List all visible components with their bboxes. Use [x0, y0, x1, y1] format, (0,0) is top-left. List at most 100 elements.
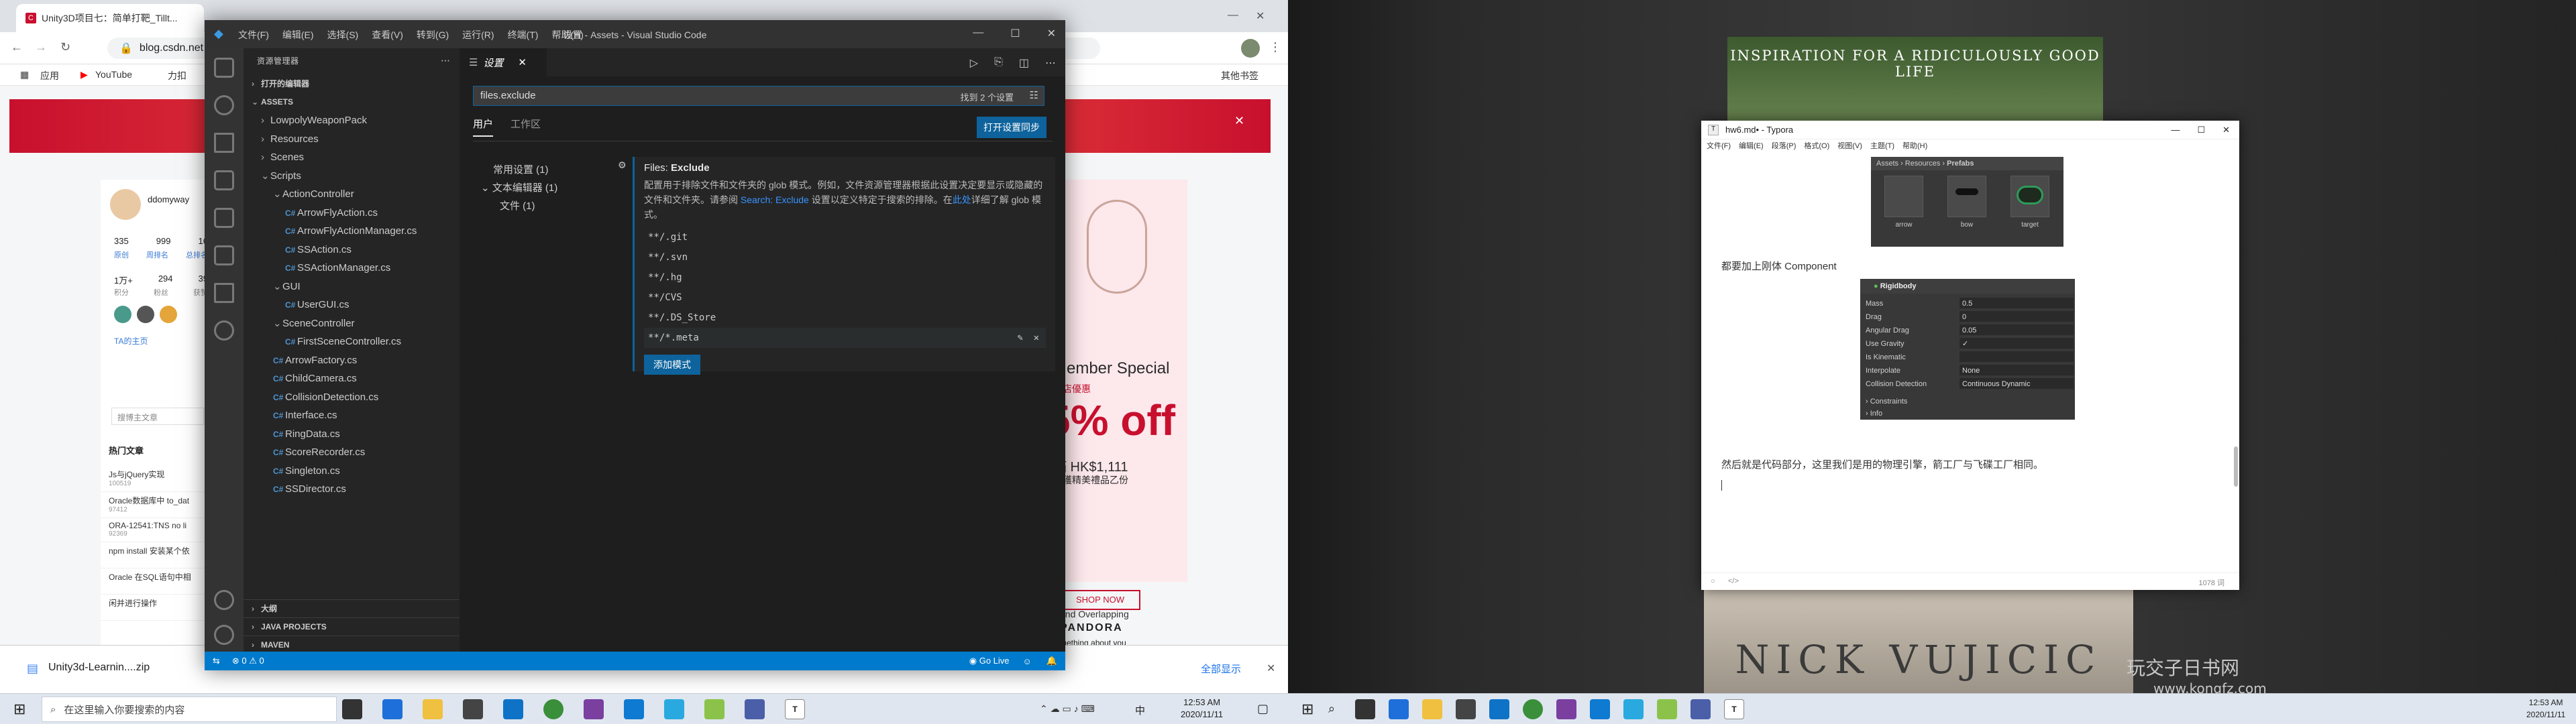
typora-icon[interactable] [1690, 699, 1711, 719]
explorer-icon[interactable] [214, 58, 234, 78]
file-item[interactable]: C# RingData.cs [244, 425, 460, 443]
outline-toggle-icon[interactable]: ○ [1711, 577, 1715, 585]
tray-icons[interactable]: ⌃ ☁ ▭ ♪ ⌨ [1040, 703, 1095, 715]
menu-item[interactable]: 编辑(E) [1739, 139, 1764, 153]
remove-icon[interactable]: ✕ [1034, 328, 1039, 348]
file-item[interactable]: C# SSAction.cs [244, 241, 460, 259]
toc-files[interactable]: 文件 (1) [480, 197, 614, 215]
media-icon[interactable] [704, 699, 724, 719]
file-explorer-icon[interactable] [423, 699, 443, 719]
menu-item[interactable]: 帮助(H) [1902, 139, 1927, 153]
chrome-icon[interactable] [543, 699, 564, 719]
exclude-pattern-item[interactable]: **/*.meta ✎ ✕ [644, 328, 1046, 348]
taskbar-clock[interactable]: 12:53 AM 2020/11/11 [2526, 697, 2565, 721]
tab-settings[interactable]: ☰ 设置 ✕ [460, 48, 547, 76]
pandora-ad[interactable]: Member Special 全店優惠 5% off 滿 HK$1,111 可獲… [1046, 180, 1187, 648]
media-icon[interactable] [1657, 699, 1677, 719]
testing-icon[interactable] [214, 283, 234, 303]
folder-item[interactable]: ⌄SceneController [244, 314, 460, 333]
file-item[interactable]: C# ArrowFlyActionManager.cs [244, 222, 460, 240]
exclude-pattern-item[interactable]: **/.svn [644, 247, 1046, 267]
avatar[interactable] [1241, 39, 1260, 58]
menu-item[interactable]: 主题(T) [1870, 139, 1894, 153]
windows-start-icon[interactable]: ⊞ [1301, 701, 1313, 718]
list-item[interactable]: 闲并进行操作 [101, 595, 215, 621]
bookmark-apps[interactable]: 应用 [40, 69, 59, 82]
list-item[interactable]: ORA-12541:TNS no li 92369 [101, 518, 215, 542]
taskbar-search-input[interactable]: ⌕ 在这里输入你要搜索的内容 [42, 697, 337, 722]
bookmark-other[interactable]: 其他书签 [1221, 69, 1258, 82]
gear-icon[interactable] [214, 625, 234, 645]
tab-user[interactable]: 用户 [473, 117, 494, 137]
windows-start-icon[interactable]: ⊞ [13, 701, 25, 718]
menu-item[interactable]: 段落(P) [1772, 139, 1796, 153]
maximize-icon[interactable]: ☐ [1010, 27, 1020, 40]
folder-item[interactable]: › Scenes [244, 148, 460, 166]
source-mode-icon[interactable]: </> [1728, 577, 1739, 585]
file-item[interactable]: C# SSDirector.cs [244, 480, 460, 498]
open-json-icon[interactable]: ⎘ [994, 56, 1003, 70]
show-all-downloads-link[interactable]: 全部显示 [1201, 662, 1241, 676]
app-icon[interactable] [1623, 699, 1644, 719]
file-item[interactable]: C# ArrowFactory.cs [244, 351, 460, 369]
list-item[interactable]: Js与jQuery实现 100519 [101, 466, 215, 492]
sidebar-section[interactable]: › JAVA PROJECTS [244, 617, 460, 636]
sidebar-section[interactable]: › MAVEN [244, 636, 460, 654]
split-editor-icon[interactable]: ◫ [1019, 56, 1029, 70]
notifications-icon[interactable]: 🔔 [1038, 656, 1065, 666]
author-home-link[interactable]: TA的主页 [114, 335, 148, 347]
menu-item[interactable]: 视图(V) [1837, 139, 1862, 153]
exclude-pattern-item[interactable]: **/.DS_Store [644, 308, 1046, 328]
account-icon[interactable] [214, 590, 234, 610]
close-icon[interactable]: ✕ [1256, 9, 1265, 23]
exclude-pattern-item[interactable]: **/.git [644, 227, 1046, 247]
edge-icon[interactable] [1389, 699, 1409, 719]
notification-center-icon[interactable]: ▢ [1257, 702, 1269, 716]
text-app-icon[interactable]: T [785, 699, 805, 719]
vscode-icon[interactable] [624, 699, 644, 719]
remote-icon[interactable]: ⇆ [205, 656, 228, 666]
back-icon[interactable]: ← [11, 40, 23, 54]
toc-common[interactable]: 常用设置 (1) [480, 161, 614, 179]
blog-search-input[interactable]: 搜博主文章 [111, 408, 204, 425]
file-item[interactable]: C# ScoreRecorder.cs [244, 443, 460, 461]
task-view-icon[interactable] [342, 699, 362, 719]
task-view-icon[interactable] [1355, 699, 1375, 719]
download-filename[interactable]: Unity3d-Learnin....zip [48, 662, 150, 674]
settings-sync-button[interactable]: 打开设置同步 [977, 117, 1046, 138]
maximize-icon[interactable]: ☐ [2197, 125, 2205, 135]
mail-icon[interactable] [1489, 699, 1509, 719]
close-icon[interactable]: ✕ [1047, 27, 1056, 40]
chrome-menu-icon[interactable]: ⋮ [1269, 40, 1281, 54]
reload-icon[interactable]: ↻ [60, 40, 70, 54]
app-icon[interactable] [664, 699, 684, 719]
ime-indicator[interactable]: 中 [1135, 703, 1145, 717]
mail-icon[interactable] [503, 699, 523, 719]
onenote-icon[interactable] [1556, 699, 1576, 719]
exclude-pattern-item[interactable]: **/.hg [644, 267, 1046, 288]
settings-search-input[interactable]: files.exclude 找到 2 个设置 ☷ [473, 86, 1044, 106]
stat-label[interactable]: 周排名 [146, 249, 168, 260]
list-item[interactable]: npm install 安装某个依 [101, 542, 215, 568]
minimize-icon[interactable]: — [2171, 125, 2180, 135]
related-article[interactable]: and Overlapping [1060, 609, 1129, 619]
typora-icon[interactable] [745, 699, 765, 719]
edit-icon[interactable]: ✎ [1018, 328, 1023, 348]
go-live-button[interactable]: ◉ Go Live [963, 656, 1016, 666]
ad-cta-button[interactable]: SHOP NOW [1060, 590, 1140, 610]
bookmark-leetcode[interactable]: 力扣 [168, 69, 186, 82]
minimize-icon[interactable]: — [973, 27, 983, 40]
sidebar-section[interactable]: › 大纲 [244, 599, 460, 617]
menu-item[interactable]: 文件(F) [1707, 139, 1731, 153]
feedback-icon[interactable]: ☺ [1016, 656, 1038, 666]
list-item[interactable]: Oracle数据库中 to_dat 97412 [101, 492, 215, 518]
edge-icon[interactable] [382, 699, 402, 719]
close-icon[interactable]: ✕ [2222, 125, 2230, 135]
search-icon[interactable]: ⌕ [1328, 702, 1335, 716]
gear-icon[interactable]: ⚙ [618, 160, 627, 171]
more-actions-icon[interactable]: ⋯ [1045, 56, 1056, 70]
folder-item[interactable]: ⌄Scripts [244, 167, 460, 185]
file-item[interactable]: C# ChildCamera.cs [244, 369, 460, 387]
scrollbar[interactable] [2234, 446, 2238, 487]
file-explorer-icon[interactable] [1422, 699, 1442, 719]
